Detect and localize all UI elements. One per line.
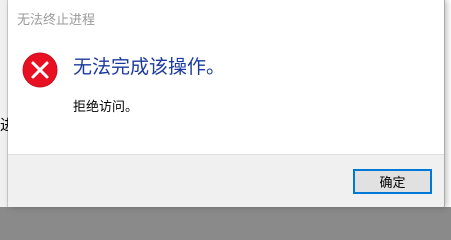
content-text: 拒绝访问。 <box>73 100 139 115</box>
main-instruction: 无法完成该操作。 <box>73 56 226 78</box>
background-partial-text: 进 <box>0 116 8 134</box>
background-window-edge <box>0 0 8 207</box>
dialog-title: 无法终止进程 <box>17 13 96 28</box>
ok-button[interactable]: 确定 <box>353 169 432 194</box>
dialog-footer: 确定 <box>8 154 444 207</box>
error-dialog: 无法终止进程 无法完成该操作。 拒绝访问。 确定 <box>8 0 445 207</box>
dialog-titlebar[interactable]: 无法终止进程 <box>8 0 444 38</box>
dialog-body: 无法完成该操作。 拒绝访问。 <box>8 38 444 154</box>
error-icon <box>22 52 58 88</box>
